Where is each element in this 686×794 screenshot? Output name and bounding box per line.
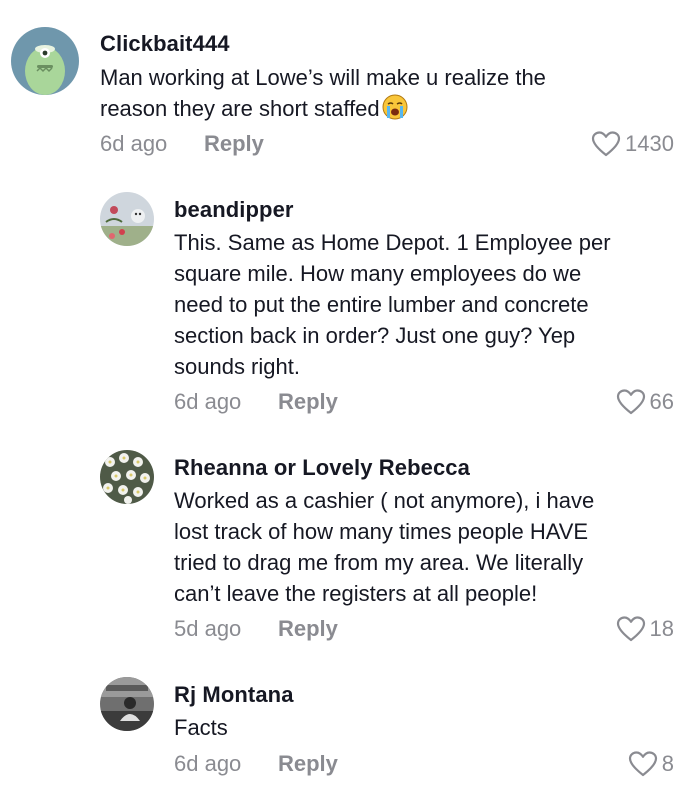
cartoon-avatar-image: [11, 27, 79, 95]
avatar[interactable]: [11, 27, 79, 95]
comment-timestamp: 6d ago: [174, 389, 242, 414]
like-button[interactable]: 66: [616, 388, 674, 416]
reply-button[interactable]: Reply: [204, 131, 264, 157]
avatar[interactable]: [100, 677, 154, 731]
comment-text: Facts: [174, 715, 228, 740]
comment-timestamp: 5d ago: [174, 616, 242, 641]
reply-button[interactable]: Reply: [278, 389, 338, 415]
comment-text-body: Man working at Lowe’s will make u realiz…: [100, 65, 546, 121]
like-button[interactable]: 1430: [591, 130, 674, 158]
like-count: 18: [649, 616, 674, 641]
white-flowers-avatar-image: [100, 450, 154, 504]
like-button[interactable]: 18: [616, 615, 674, 643]
floral-avatar-image: [100, 192, 154, 246]
person-photo-avatar-image: [100, 677, 154, 731]
avatar[interactable]: [100, 450, 154, 504]
heart-outline-icon: [628, 751, 657, 777]
comment-text: This. Same as Home Depot. 1 Employee per…: [174, 230, 611, 379]
comment-timestamp: 6d ago: [174, 751, 242, 776]
like-count: 66: [649, 389, 674, 414]
comment-text: Man working at Lowe’s will make u realiz…: [100, 62, 640, 124]
comment-username[interactable]: Rheanna or Lovely Rebecca: [174, 455, 470, 481]
avatar[interactable]: [100, 192, 154, 246]
like-count: 8: [661, 751, 674, 776]
heart-outline-icon: [616, 616, 645, 642]
reply-button[interactable]: Reply: [278, 751, 338, 777]
comment-text: Worked as a cashier ( not anymore), i ha…: [174, 488, 595, 606]
heart-outline-icon: [616, 389, 645, 415]
reply-button[interactable]: Reply: [278, 616, 338, 642]
comment-username[interactable]: Rj Montana: [174, 682, 294, 708]
like-count: 1430: [625, 131, 674, 156]
comment-username[interactable]: Clickbait444: [100, 31, 230, 57]
loudly-crying-face-icon: [382, 94, 408, 120]
heart-outline-icon: [591, 131, 621, 157]
comment-timestamp: 6d ago: [100, 131, 168, 156]
like-button[interactable]: 8: [628, 750, 674, 778]
comment-username[interactable]: beandipper: [174, 197, 294, 223]
